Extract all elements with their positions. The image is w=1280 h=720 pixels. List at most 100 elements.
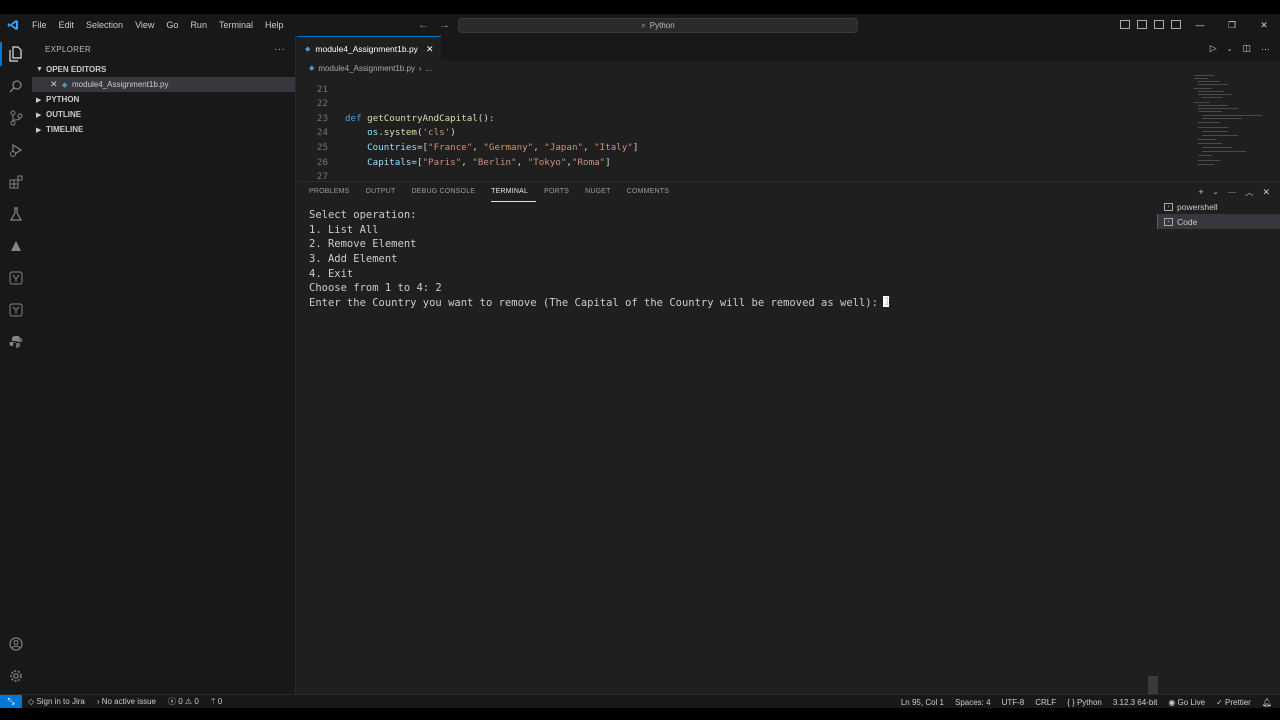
go-live[interactable]: ◉ Go Live [1168,698,1205,707]
explorer-icon[interactable] [6,44,26,64]
run-dropdown-chevron-icon[interactable]: ⌄ [1227,45,1233,53]
settings-gear-icon[interactable] [6,666,26,686]
terminal-item-label: Code [1177,216,1198,227]
forward-arrow-icon[interactable]: → [439,14,450,36]
maximize-panel-chevron-up-icon[interactable]: ︿ [1245,187,1253,198]
tab-ports[interactable]: PORTS [544,182,577,202]
python-file-icon: ◆ [305,46,311,53]
terminal-item-powershell[interactable]: › powershell [1157,199,1280,214]
problems-status[interactable]: ⓧ 0 ⚠ 0 [168,696,199,707]
jira-issue[interactable]: › No active issue [97,697,156,706]
tab-output[interactable]: OUTPUT [366,182,404,202]
menu-edit[interactable]: Edit [53,14,81,36]
open-editor-item[interactable]: ✕ ◆ module4_Assignment1b.py [32,77,295,92]
menu-file[interactable]: File [26,14,53,36]
end-of-line[interactable]: CRLF [1035,698,1056,707]
tab-comments[interactable]: COMMENTS [627,182,677,202]
minimap[interactable] [1190,75,1270,185]
source-control-icon[interactable] [6,108,26,128]
section-timeline-label: TIMELINE [46,125,84,134]
ports-status[interactable]: ᛘ 0 [211,697,222,706]
menu-view[interactable]: View [129,14,160,36]
search-view-icon[interactable] [6,76,26,96]
command-center-search[interactable]: ⌕ Python [458,18,858,33]
editor-actions: ▷ ⌄ ◫ ··· [1210,36,1270,61]
sidebar-title: EXPLORER [45,44,91,54]
section-timeline[interactable]: ▶ TIMELINE [32,122,295,137]
close-panel-icon[interactable]: ✕ [1262,187,1270,198]
encoding[interactable]: UTF-8 [1002,698,1025,707]
more-actions-icon[interactable]: ··· [274,44,285,55]
terminal-icon: › [1164,217,1173,226]
jira-sign-in[interactable]: ◇ Sign in to Jira [28,697,85,706]
code-editor[interactable]: 21 22 def getCountryAndCapital(): 23 os.… [297,75,1280,197]
cursor-position[interactable]: Ln 95, Col 1 [901,698,944,707]
run-python-file-icon[interactable]: ▷ [1210,43,1217,54]
new-terminal-plus-icon[interactable]: + [1198,187,1203,197]
section-outline[interactable]: ▶ OUTLINE [32,107,295,122]
jira-icon[interactable] [6,236,26,256]
terminal-dropdown-chevron-icon[interactable]: ⌄ [1213,188,1219,196]
run-debug-icon[interactable] [6,140,26,160]
code-line: 26 [297,141,341,168]
toggle-sidebar-icon[interactable] [1120,20,1130,29]
code-line: 21 [297,68,341,95]
minimize-icon[interactable]: — [1184,14,1216,36]
restore-icon[interactable]: ❐ [1216,14,1248,36]
tab-module4-assignment1b[interactable]: ◆ module4_Assignment1b.py ✕ [297,36,442,61]
open-editor-filename: module4_Assignment1b.py [72,80,169,89]
section-open-editors[interactable]: ▼ OPEN EDITORS [32,62,295,77]
menu-help[interactable]: Help [259,14,290,36]
terminal-item-code[interactable]: › Code [1157,214,1280,229]
github-actions-icon[interactable] [6,268,26,288]
testing-flask-icon[interactable] [6,204,26,224]
ports-count: 0 [217,697,223,706]
remote-explorer-icon[interactable] [6,300,26,320]
search-icon: ⌕ [641,20,646,30]
tab-terminal[interactable]: TERMINAL [491,183,537,202]
python-interpreter[interactable]: 3.12.3 64-bit [1113,698,1157,707]
warning-count: 0 [194,697,199,706]
remote-indicator-icon[interactable]: ⤡ [0,694,22,709]
panel-tabs: PROBLEMS OUTPUT DEBUG CONSOLE TERMINAL P… [297,182,1280,202]
section-python[interactable]: ▶ PYTHON [32,92,295,107]
more-actions-icon[interactable]: ··· [1227,187,1236,197]
tab-nuget[interactable]: NUGET [585,182,619,202]
account-icon[interactable] [6,634,26,654]
terminal-output[interactable]: Select operation: 1. List All 2. Remove … [309,208,1149,311]
menu-go[interactable]: Go [160,14,184,36]
indentation[interactable]: Spaces: 4 [955,698,991,707]
code-text: os.system('cls') [367,127,456,139]
toggle-panel-icon[interactable] [1137,20,1147,29]
close-tab-icon[interactable]: ✕ [426,44,434,55]
customize-layout-icon[interactable] [1171,20,1181,29]
split-editor-icon[interactable]: ◫ [1242,43,1251,54]
menu-selection[interactable]: Selection [80,14,129,36]
close-editor-icon[interactable]: ✕ [50,79,62,90]
breadcrumb: ◆ module4_Assignment1b.py › ... [297,61,1280,75]
language-mode[interactable]: { } Python [1067,698,1102,707]
tab-problems[interactable]: PROBLEMS [309,182,358,202]
terminal-scrollbar-thumb[interactable] [1148,676,1158,694]
letterbox-bottom [0,708,1280,720]
more-actions-icon[interactable]: ··· [1261,44,1270,54]
code-line: 23 os.system('cls') [297,97,456,139]
notifications-bell-icon[interactable]: 🔔︎ [1262,698,1272,707]
activity-bar [0,36,32,694]
extensions-icon[interactable] [6,172,26,192]
menu-terminal[interactable]: Terminal [213,14,259,36]
back-arrow-icon[interactable]: ← [418,14,429,36]
close-window-icon[interactable]: ✕ [1248,14,1280,36]
tab-debug-console[interactable]: DEBUG CONSOLE [411,182,483,202]
code-line: 22 def getCountryAndCapital(): [297,83,495,124]
toggle-secondary-sidebar-icon[interactable] [1154,20,1164,29]
status-bar: ⤡ ◇ Sign in to Jira › No active issue ⓧ … [0,694,1280,709]
breadcrumb-more[interactable]: ... [426,64,433,73]
status-bar-right: Ln 95, Col 1 Spaces: 4 UTF-8 CRLF { } Py… [901,695,1272,709]
terminal-line: Choose from 1 to 4: 2 [309,282,442,295]
prettier-status[interactable]: ✓ Prettier [1216,698,1251,707]
vscode-logo-icon [0,14,26,36]
python-icon[interactable] [6,332,26,352]
menu-run[interactable]: Run [184,14,213,36]
command-center-label: Python [649,21,675,30]
